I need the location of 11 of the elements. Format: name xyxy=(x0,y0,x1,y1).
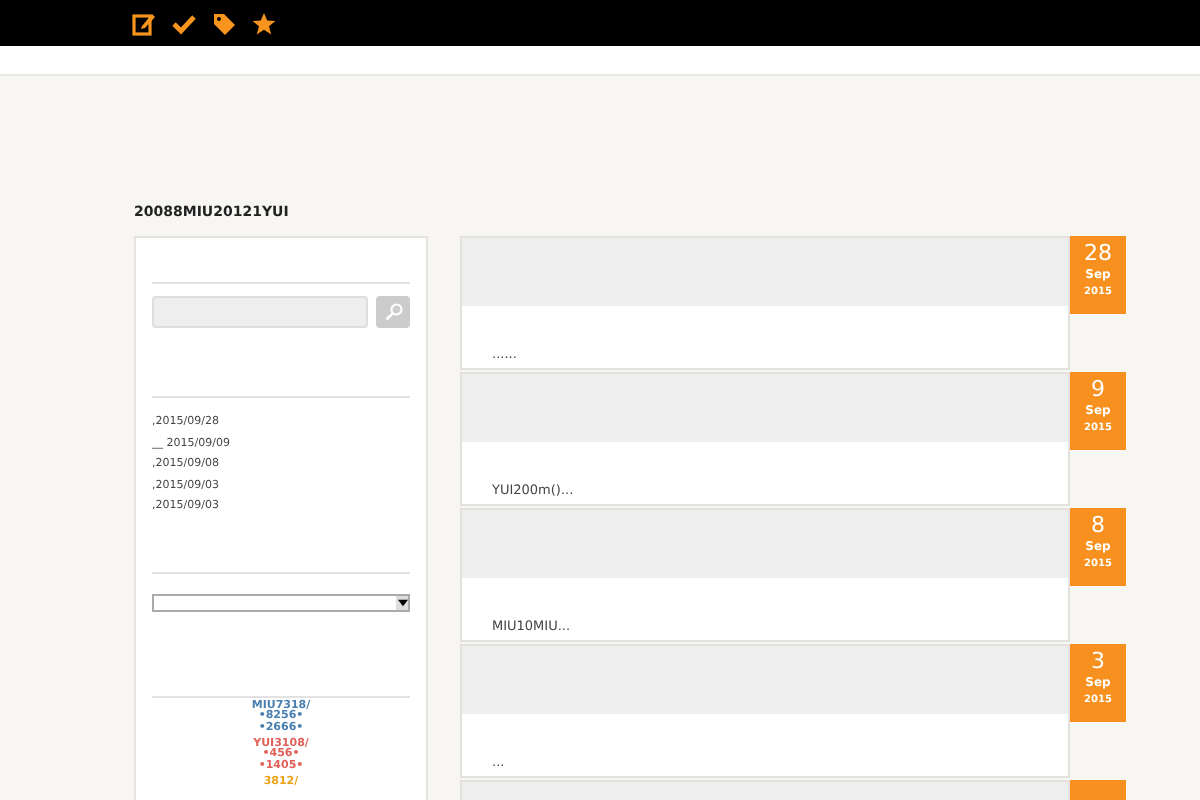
search-field[interactable] xyxy=(152,296,368,328)
date-day: 8 xyxy=(1091,512,1105,538)
date-day: 3 xyxy=(1091,648,1105,674)
check-icon[interactable] xyxy=(172,12,196,36)
date-day: 28 xyxy=(1084,240,1112,266)
star-icon[interactable] xyxy=(252,12,276,36)
edit-icon[interactable] xyxy=(132,12,156,36)
date-day: 9 xyxy=(1091,376,1105,402)
tag-icon[interactable] xyxy=(212,12,236,36)
search-icon xyxy=(383,302,403,322)
dropdown-arrow-icon xyxy=(396,595,408,609)
